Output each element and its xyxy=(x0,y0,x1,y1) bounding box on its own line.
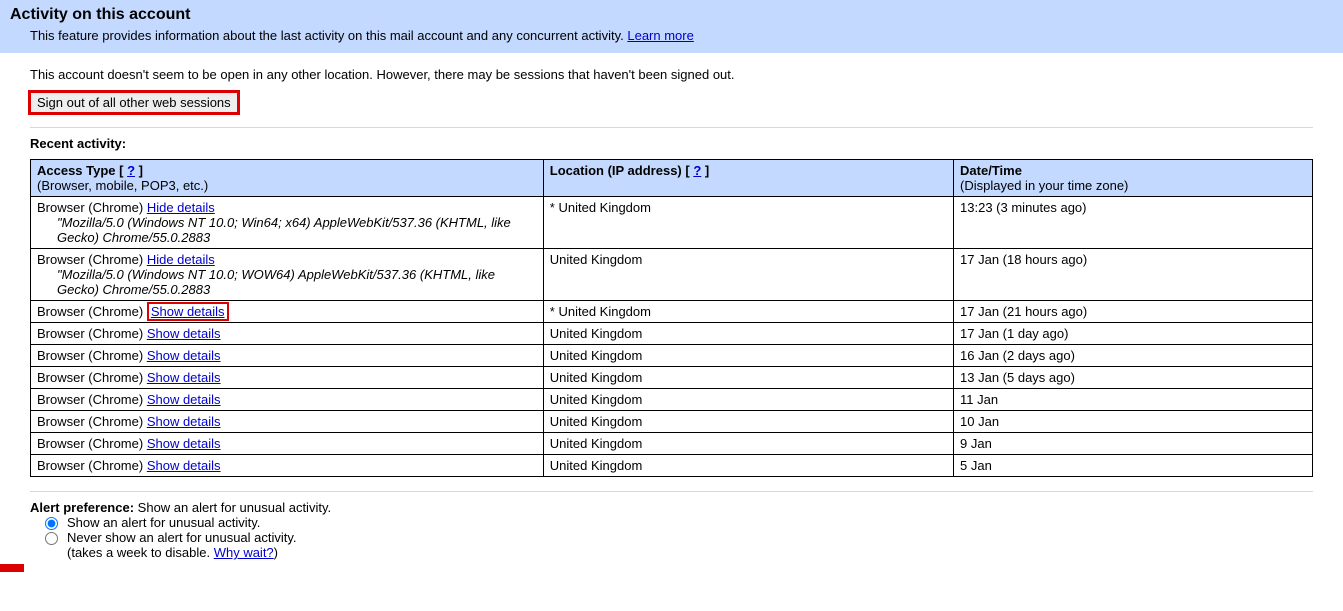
cell-location: United Kingdom xyxy=(543,433,953,455)
recent-activity-label: Recent activity: xyxy=(30,136,1313,151)
radio-never-alert-sub: (takes a week to disable. xyxy=(67,545,214,560)
radio-never-alert-label: Never show an alert for unusual activity… xyxy=(67,530,297,545)
table-header-row: Access Type [ ? ] (Browser, mobile, POP3… xyxy=(31,160,1313,197)
browser-label: Browser (Chrome) xyxy=(37,436,143,451)
cell-location: United Kingdom xyxy=(543,411,953,433)
col-access-type-sub: (Browser, mobile, POP3, etc.) xyxy=(37,178,537,193)
cell-access-type: Browser (Chrome) Hide details"Mozilla/5.… xyxy=(31,197,544,249)
show-details-link[interactable]: Show details xyxy=(147,348,221,363)
cell-date: 9 Jan xyxy=(954,433,1313,455)
col-access-type-label: Access Type xyxy=(37,163,116,178)
cell-date: 11 Jan xyxy=(954,389,1313,411)
cell-access-type: Browser (Chrome) Show details xyxy=(31,345,544,367)
cell-location: United Kingdom xyxy=(543,455,953,477)
alert-pref-current: Show an alert for unusual activity. xyxy=(138,500,331,515)
browser-label: Browser (Chrome) xyxy=(37,348,143,363)
show-details-link[interactable]: Show details xyxy=(147,326,221,341)
header-bar: Activity on this account This feature pr… xyxy=(0,0,1343,53)
show-details-link[interactable]: Show details xyxy=(147,392,221,407)
col-date: Date/Time (Displayed in your time zone) xyxy=(954,160,1313,197)
radio-show-alert[interactable] xyxy=(45,517,58,530)
cell-date: 13:23 (3 minutes ago) xyxy=(954,197,1313,249)
cell-location: United Kingdom xyxy=(543,345,953,367)
annotation-chip xyxy=(0,564,24,572)
user-agent-string: "Mozilla/5.0 (Windows NT 10.0; Win64; x6… xyxy=(37,215,537,245)
separator xyxy=(30,127,1313,128)
browser-label: Browser (Chrome) xyxy=(37,326,143,341)
browser-label: Browser (Chrome) xyxy=(37,414,143,429)
browser-label: Browser (Chrome) xyxy=(37,252,143,267)
col-location: Location (IP address) [ ? ] xyxy=(543,160,953,197)
cell-access-type: Browser (Chrome) Show details xyxy=(31,433,544,455)
table-row: Browser (Chrome) Show detailsUnited King… xyxy=(31,411,1313,433)
activity-table: Access Type [ ? ] (Browser, mobile, POP3… xyxy=(30,159,1313,477)
table-row: Browser (Chrome) Show details* United Ki… xyxy=(31,301,1313,323)
cell-location: * United Kingdom xyxy=(543,197,953,249)
close-paren: ) xyxy=(274,545,278,560)
browser-label: Browser (Chrome) xyxy=(37,200,143,215)
cell-location: United Kingdom xyxy=(543,367,953,389)
separator xyxy=(30,491,1313,492)
table-row: Browser (Chrome) Hide details"Mozilla/5.… xyxy=(31,249,1313,301)
browser-label: Browser (Chrome) xyxy=(37,392,143,407)
show-details-link[interactable]: Show details xyxy=(147,414,221,429)
page-title: Activity on this account xyxy=(10,6,1333,24)
table-row: Browser (Chrome) Show detailsUnited King… xyxy=(31,389,1313,411)
col-location-label: Location (IP address) xyxy=(550,163,682,178)
alert-preference-section: Alert preference: Show an alert for unus… xyxy=(30,500,1313,560)
cell-location: United Kingdom xyxy=(543,389,953,411)
cell-location: United Kingdom xyxy=(543,249,953,301)
col-date-sub: (Displayed in your time zone) xyxy=(960,178,1306,193)
radio-show-alert-label: Show an alert for unusual activity. xyxy=(67,515,260,530)
cell-access-type: Browser (Chrome) Show details xyxy=(31,367,544,389)
table-row: Browser (Chrome) Show detailsUnited King… xyxy=(31,367,1313,389)
cell-date: 16 Jan (2 days ago) xyxy=(954,345,1313,367)
cell-access-type: Browser (Chrome) Show details xyxy=(31,323,544,345)
cell-date: 10 Jan xyxy=(954,411,1313,433)
cell-access-type: Browser (Chrome) Hide details"Mozilla/5.… xyxy=(31,249,544,301)
why-wait-link[interactable]: Why wait? xyxy=(214,545,274,560)
browser-label: Browser (Chrome) xyxy=(37,304,143,319)
cell-access-type: Browser (Chrome) Show details xyxy=(31,301,544,323)
table-row: Browser (Chrome) Show detailsUnited King… xyxy=(31,323,1313,345)
show-details-link[interactable]: Show details xyxy=(147,458,221,473)
user-agent-string: "Mozilla/5.0 (Windows NT 10.0; WOW64) Ap… xyxy=(37,267,537,297)
cell-access-type: Browser (Chrome) Show details xyxy=(31,389,544,411)
show-details-link[interactable]: Show details xyxy=(147,436,221,451)
cell-date: 17 Jan (1 day ago) xyxy=(954,323,1313,345)
cell-access-type: Browser (Chrome) Show details xyxy=(31,455,544,477)
browser-label: Browser (Chrome) xyxy=(37,370,143,385)
table-row: Browser (Chrome) Show detailsUnited King… xyxy=(31,433,1313,455)
annotation-highlight: Show details xyxy=(147,302,229,321)
cell-date: 17 Jan (18 hours ago) xyxy=(954,249,1313,301)
radio-never-alert[interactable] xyxy=(45,532,58,545)
table-row: Browser (Chrome) Show detailsUnited King… xyxy=(31,345,1313,367)
col-access-type: Access Type [ ? ] (Browser, mobile, POP3… xyxy=(31,160,544,197)
learn-more-link[interactable]: Learn more xyxy=(627,28,693,43)
help-access-type[interactable]: ? xyxy=(127,163,135,178)
cell-location: * United Kingdom xyxy=(543,301,953,323)
table-row: Browser (Chrome) Show detailsUnited King… xyxy=(31,455,1313,477)
status-text: This account doesn't seem to be open in … xyxy=(30,67,1313,82)
hide-details-link[interactable]: Hide details xyxy=(147,200,215,215)
cell-date: 13 Jan (5 days ago) xyxy=(954,367,1313,389)
table-row: Browser (Chrome) Hide details"Mozilla/5.… xyxy=(31,197,1313,249)
cell-date: 5 Jan xyxy=(954,455,1313,477)
col-date-label: Date/Time xyxy=(960,163,1022,178)
signout-button[interactable]: Sign out of all other web sessions xyxy=(30,92,238,113)
alert-pref-label: Alert preference: xyxy=(30,500,134,515)
header-description: This feature provides information about … xyxy=(30,28,624,43)
cell-date: 17 Jan (21 hours ago) xyxy=(954,301,1313,323)
help-location[interactable]: ? xyxy=(693,163,701,178)
hide-details-link[interactable]: Hide details xyxy=(147,252,215,267)
cell-location: United Kingdom xyxy=(543,323,953,345)
show-details-link[interactable]: Show details xyxy=(147,370,221,385)
cell-access-type: Browser (Chrome) Show details xyxy=(31,411,544,433)
browser-label: Browser (Chrome) xyxy=(37,458,143,473)
show-details-link[interactable]: Show details xyxy=(151,304,225,319)
